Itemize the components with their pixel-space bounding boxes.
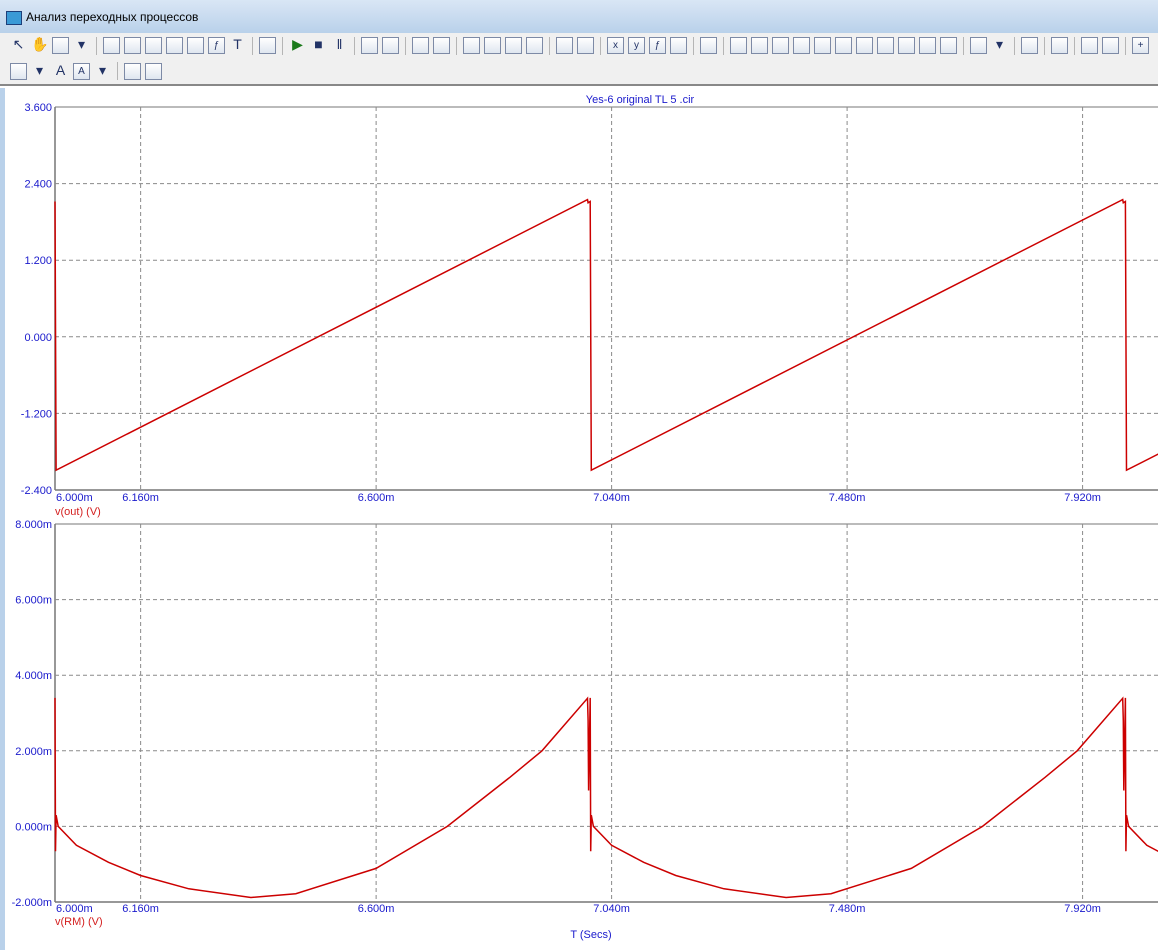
legend-vout: v(out) (V)	[55, 506, 101, 518]
bottom-xtick-label: 6.000m	[56, 903, 93, 915]
legend-vrm: v(RM) (V)	[55, 916, 103, 928]
top-xtick-label: 6.160m	[122, 492, 159, 504]
bottom-ytick-label: 0.000m	[15, 821, 52, 833]
top-ytick-label: 3.600	[24, 102, 52, 114]
top-ytick-label: 1.200	[24, 255, 52, 267]
bottom-xtick-label: 6.600m	[358, 903, 395, 915]
plot-area[interactable]: Yes-6 original TL 5 .cir v(out) (V) v(RM…	[0, 0, 1158, 950]
bottom-ytick-label: 2.000m	[15, 746, 52, 758]
bottom-ytick-label: 8.000m	[15, 519, 52, 531]
top-xtick-label: 6.000m	[56, 492, 93, 504]
top-xtick-label: 7.480m	[829, 492, 866, 504]
bottom-xtick-label: 7.920m	[1064, 903, 1101, 915]
top-ytick-label: -2.400	[21, 485, 52, 497]
bottom-ytick-label: 4.000m	[15, 670, 52, 682]
top-xtick-label: 6.600m	[358, 492, 395, 504]
x-axis-label: T (Secs)	[570, 929, 611, 941]
bottom-trace-vrm	[54, 696, 1158, 899]
bottom-xtick-label: 7.480m	[829, 903, 866, 915]
top-ytick-label: -1.200	[21, 408, 52, 420]
top-ytick-label: 2.400	[24, 179, 52, 191]
bottom-ytick-label: 6.000m	[15, 595, 52, 607]
plot-title: Yes-6 original TL 5 .cir	[586, 94, 695, 106]
bottom-xtick-label: 7.040m	[593, 903, 630, 915]
top-trace-vout	[54, 198, 1158, 472]
top-xtick-label: 7.040m	[593, 492, 630, 504]
top-ytick-label: 0.000	[24, 332, 52, 344]
bottom-xtick-label: 6.160m	[122, 903, 159, 915]
bottom-ytick-label: -2.000m	[12, 897, 52, 909]
top-xtick-label: 7.920m	[1064, 492, 1101, 504]
